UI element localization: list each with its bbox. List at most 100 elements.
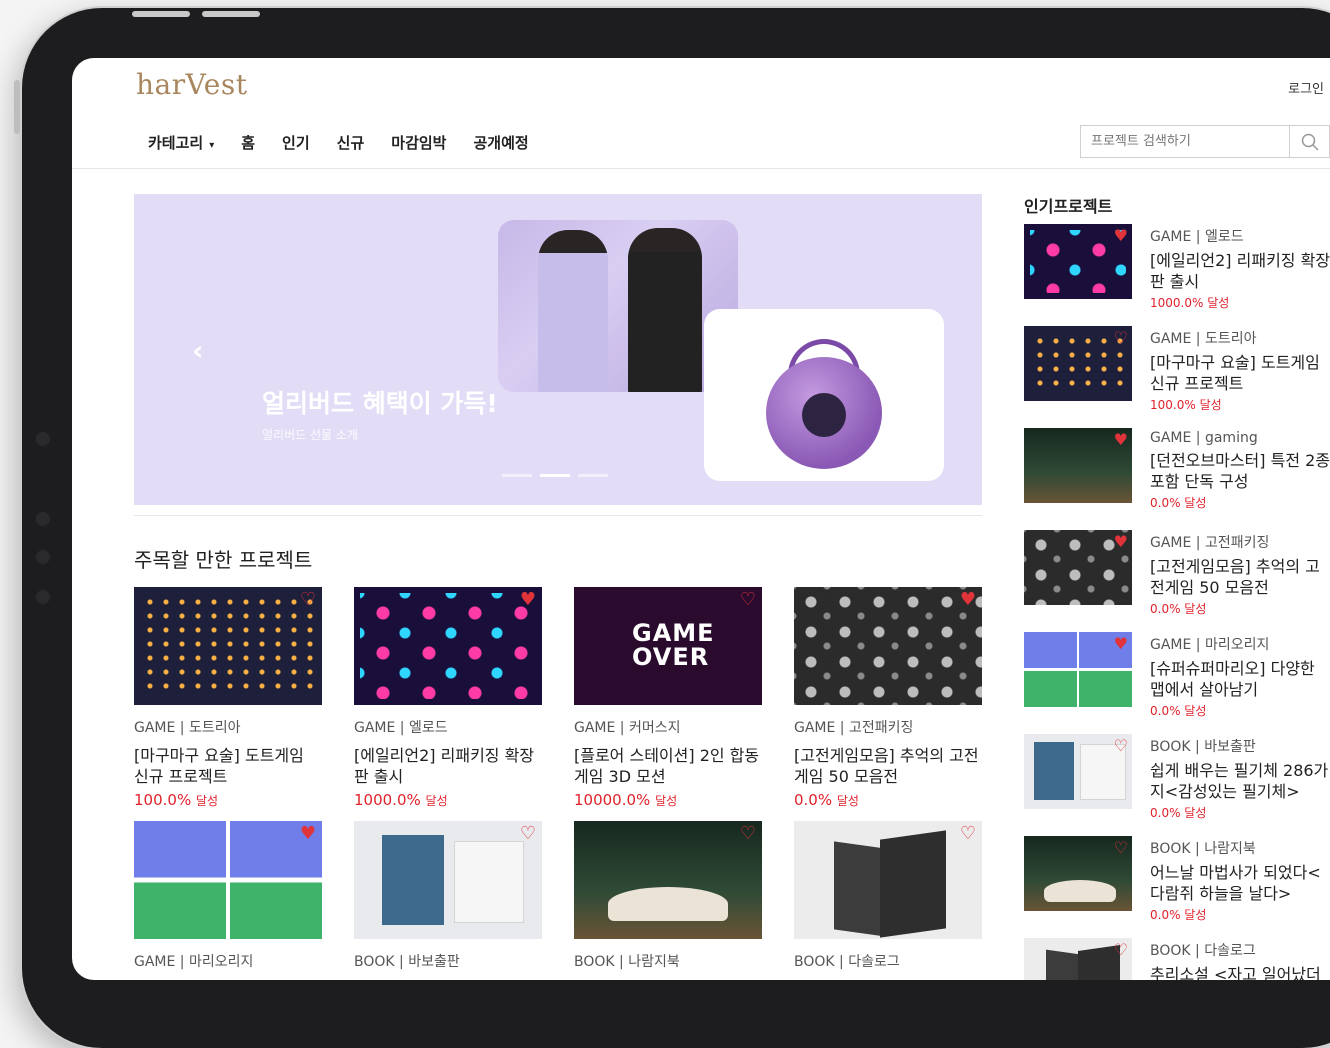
heart-outline-icon[interactable]: ♡ [520, 825, 536, 843]
popular-thumbnail: ♡ [1024, 836, 1132, 911]
heart-filled-icon[interactable]: ♥ [1114, 228, 1128, 244]
project-card[interactable]: GAME OVER ♡ GAME | 커머스지 [플로어 스테이션] 2인 합동 … [574, 587, 762, 809]
percent-value: 0.0% [794, 791, 833, 809]
project-card[interactable]: ♡ BOOK | 나람지북 [574, 821, 762, 971]
project-card[interactable]: ♥ GAME | 엘로드 [에일리언2] 리패키징 확장판 출시 1000.0%… [354, 587, 542, 809]
project-category: GAME | 도트리아 [134, 720, 241, 736]
popular-percent: 0.0% 달성 [1150, 806, 1207, 820]
popular-percent: 1000.0% 달성 [1150, 296, 1230, 310]
nav-category[interactable]: 카테고리 ▾ [148, 132, 214, 153]
popular-category: GAME | 마리오리지 [1150, 637, 1270, 653]
project-card[interactable]: ♡ BOOK | 바보출판 [354, 821, 542, 971]
popular-percent: 0.0% 달성 [1150, 704, 1207, 718]
project-percent: 0.0% 달성 [794, 791, 982, 809]
heart-outline-icon[interactable]: ♡ [300, 591, 316, 609]
percent-suffix: 달성 [655, 794, 678, 808]
logo[interactable]: harVest [136, 68, 247, 101]
chevron-left-icon[interactable]: ‹ [192, 334, 204, 367]
heart-outline-icon[interactable]: ♡ [1114, 942, 1128, 958]
project-card[interactable]: ♥ GAME | 마리오리지 [134, 821, 322, 971]
popular-item[interactable]: ♥ GAME | 엘로드 [에일리언2] 리패키징 확장판 출시 1000.0%… [1024, 224, 1330, 326]
percent-suffix: 달성 [425, 794, 448, 808]
heart-filled-icon[interactable]: ♥ [960, 591, 976, 609]
project-thumbnail: ♡ [574, 821, 762, 939]
project-category: GAME | 커머스지 [574, 720, 681, 736]
project-thumbnail: ♥ [134, 821, 322, 939]
popular-item[interactable]: ♡ GAME | 도트리아 [마구마구 요술] 도트게임 신규 프로젝트 100… [1024, 326, 1330, 428]
project-category: BOOK | 다솔로그 [794, 954, 900, 970]
heart-outline-icon[interactable]: ♡ [1114, 330, 1128, 346]
popular-thumbnail: ♥ [1024, 632, 1132, 707]
popular-category: BOOK | 바보출판 [1150, 739, 1256, 755]
popular-item[interactable]: ♡ BOOK | 바보출판 쉽게 배우는 필기체 286가지<감성있는 필기체>… [1024, 734, 1330, 836]
section-divider [134, 515, 982, 516]
heart-filled-icon[interactable]: ♥ [520, 591, 536, 609]
heart-filled-icon[interactable]: ♥ [1114, 534, 1128, 550]
popular-item-title: 쉽게 배우는 필기체 286가지<감성있는 필기체> [1150, 761, 1329, 801]
popular-item[interactable]: ♥ GAME | 고전패키징 [고전게임모음] 추억의 고전게임 50 모음전 … [1024, 530, 1330, 632]
nav-new[interactable]: 신규 [337, 132, 365, 153]
login-link[interactable]: 로그인 [1288, 78, 1324, 97]
camera-dot [36, 550, 50, 564]
popular-item-title: [고전게임모음] 추억의 고전게임 50 모음전 [1150, 557, 1320, 597]
header-divider [72, 168, 1330, 169]
heart-filled-icon[interactable]: ♥ [1114, 636, 1128, 652]
popular-thumbnail: ♡ [1024, 938, 1132, 980]
popular-item-title: [마구마구 요술] 도트게임 신규 프로젝트 [1150, 353, 1320, 393]
popular-percent: 0.0% 달성 [1150, 908, 1207, 922]
popular-item[interactable]: ♡ BOOK | 나람지북 어느날 마법사가 되었다<다람쥐 하늘을 날다> 0… [1024, 836, 1330, 938]
bag-emblem [802, 393, 846, 437]
camera-dot [36, 590, 50, 604]
popular-category: GAME | gaming [1150, 430, 1258, 446]
main-nav: 카테고리 ▾ 홈 인기 신규 마감임박 공개예정 [148, 132, 556, 153]
thumbnail-text: GAME OVER [632, 619, 715, 671]
banner-model-photo [498, 220, 738, 392]
popular-item-title: [에일리언2] 리패키징 확장판 출시 [1150, 251, 1330, 291]
project-card[interactable]: ♡ BOOK | 다솔로그 [794, 821, 982, 971]
heart-outline-icon[interactable]: ♡ [740, 825, 756, 843]
carousel-dot[interactable] [578, 474, 608, 477]
popular-item[interactable]: ♥ GAME | gaming [던전오브마스터] 특전 2종 포함 단독 구성… [1024, 428, 1330, 530]
heart-outline-icon[interactable]: ♡ [740, 591, 756, 609]
popular-item-title: [슈퍼슈퍼마리오] 다양한 맵에서 살아남기 [1150, 659, 1315, 699]
heart-filled-icon[interactable]: ♥ [300, 825, 316, 843]
project-card[interactable]: ♡ GAME | 도트리아 [마구마구 요술] 도트게임 신규 프로젝트 100… [134, 587, 322, 809]
banner-product-card [704, 309, 944, 481]
search-input[interactable] [1081, 126, 1289, 157]
project-thumbnail: ♡ [134, 587, 322, 705]
project-title: [마구마구 요술] 도트게임 신규 프로젝트 [134, 746, 304, 786]
heart-filled-icon[interactable]: ♥ [1114, 432, 1128, 448]
popular-item[interactable]: ♡ BOOK | 다솔로그 추리소설 <자고 일어났더 [1024, 938, 1330, 980]
search-button[interactable] [1289, 126, 1329, 157]
project-thumbnail: ♥ [794, 587, 982, 705]
popular-thumbnail: ♡ [1024, 326, 1132, 401]
model-figure [628, 228, 702, 392]
heart-outline-icon[interactable]: ♡ [1114, 840, 1128, 856]
popular-category: GAME | 도트리아 [1150, 331, 1257, 347]
volume-button [202, 11, 260, 17]
popular-thumbnail: ♥ [1024, 428, 1132, 503]
nav-home[interactable]: 홈 [241, 132, 255, 153]
carousel-dot[interactable] [502, 474, 532, 477]
nav-popular[interactable]: 인기 [282, 132, 310, 153]
carousel-dot-active[interactable] [540, 474, 570, 477]
project-card[interactable]: ♥ GAME | 고전패키징 [고전게임모음] 추억의 고전게임 50 모음전 … [794, 587, 982, 809]
hero-banner[interactable]: ‹ 얼리버드 혜택이 가득! 얼리버드 선물 소개 [134, 194, 982, 505]
popular-item[interactable]: ♥ GAME | 마리오리지 [슈퍼슈퍼마리오] 다양한 맵에서 살아남기 0.… [1024, 632, 1330, 734]
project-percent: 10000.0% 달성 [574, 791, 762, 809]
popular-percent: 0.0% 달성 [1150, 602, 1207, 616]
nav-upcoming[interactable]: 공개예정 [473, 132, 528, 153]
popular-thumbnail: ♥ [1024, 530, 1132, 605]
heart-outline-icon[interactable]: ♡ [960, 825, 976, 843]
popular-title: 인기프로젝트 [1024, 197, 1113, 216]
project-category: GAME | 고전패키징 [794, 720, 914, 736]
screen: harVest 로그인 카테고리 ▾ 홈 인기 신규 마감임박 공개예정 프로젝… [72, 58, 1330, 980]
project-percent: 100.0% 달성 [134, 791, 322, 809]
popular-thumbnail: ♡ [1024, 734, 1132, 809]
project-title: [플로어 스테이션] 2인 합동 게임 3D 모션 [574, 746, 760, 786]
nav-closing-soon[interactable]: 마감임박 [391, 132, 446, 153]
project-thumbnail: ♥ [354, 587, 542, 705]
heart-outline-icon[interactable]: ♡ [1114, 738, 1128, 754]
project-thumbnail: GAME OVER ♡ [574, 587, 762, 705]
percent-value: 100.0% [134, 791, 192, 809]
